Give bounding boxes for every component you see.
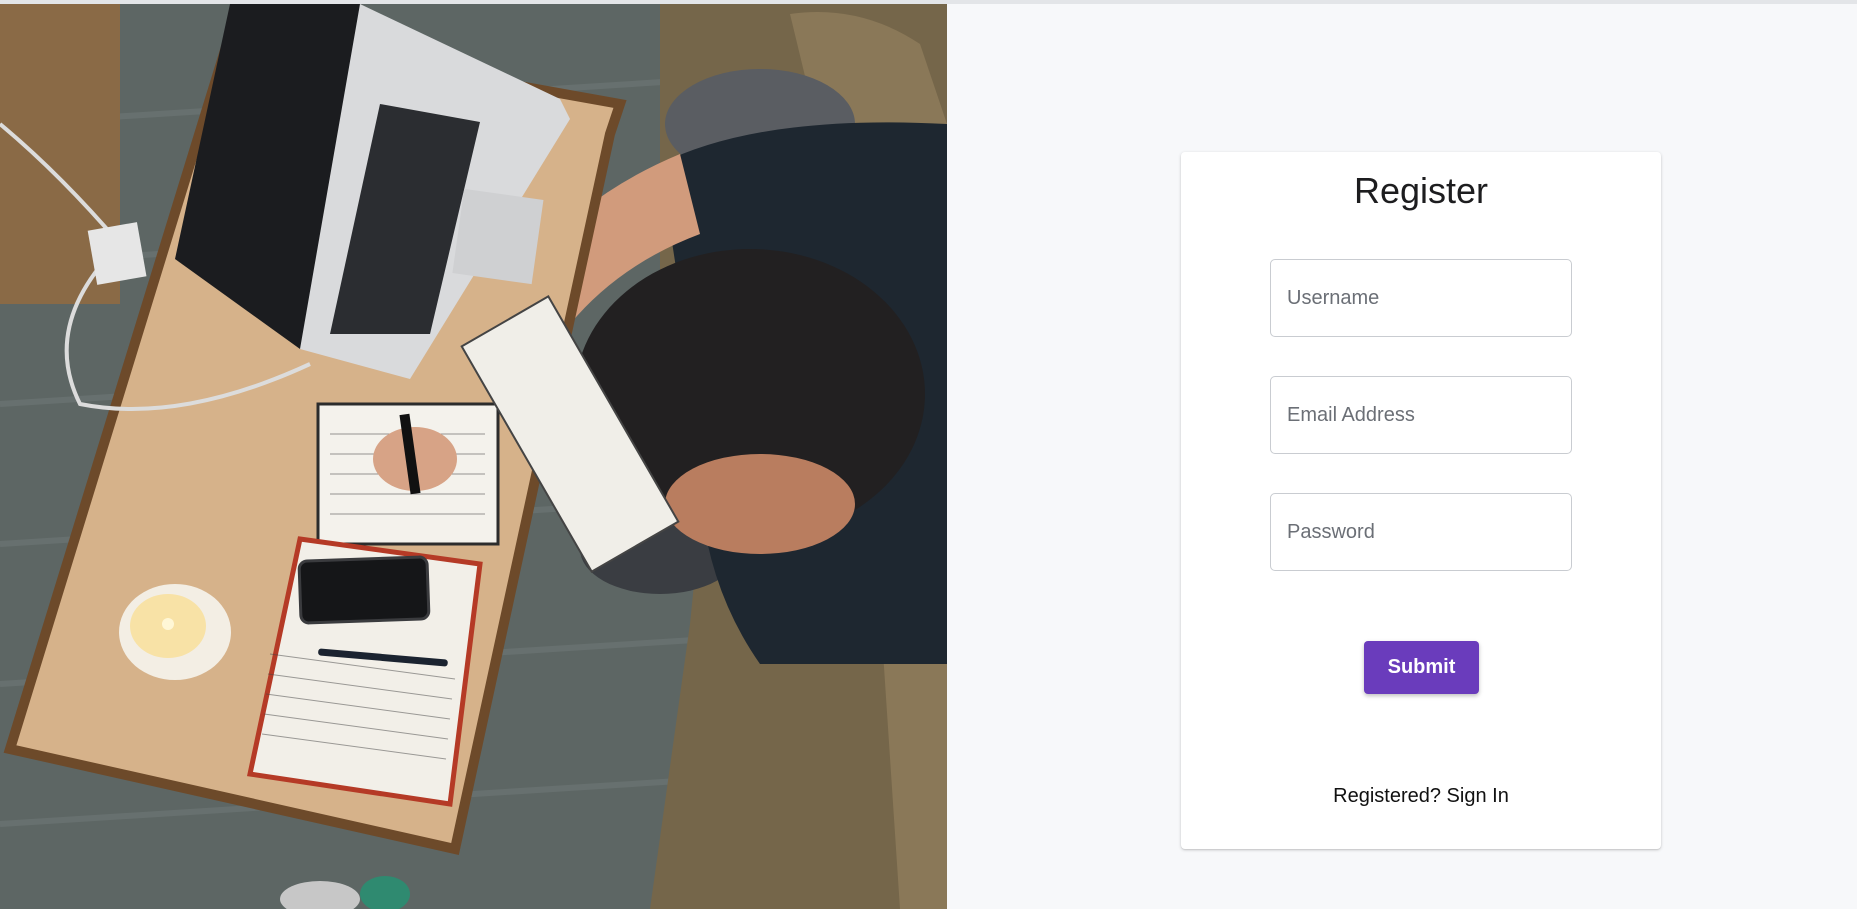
hero-image [0,4,947,909]
password-input[interactable] [1270,493,1572,571]
register-page: Register Submit Registered? Sign In [0,0,1857,909]
form-panel: Register Submit Registered? Sign In [947,4,1857,909]
page-title: Register [1353,170,1489,211]
register-card: Register Submit Registered? Sign In [1181,152,1661,849]
email-input[interactable] [1270,376,1572,454]
submit-button[interactable]: Submit [1364,641,1479,694]
sign-in-link[interactable]: Registered? Sign In [1181,785,1661,808]
username-input[interactable] [1270,259,1572,337]
hero-illustration [0,4,947,909]
